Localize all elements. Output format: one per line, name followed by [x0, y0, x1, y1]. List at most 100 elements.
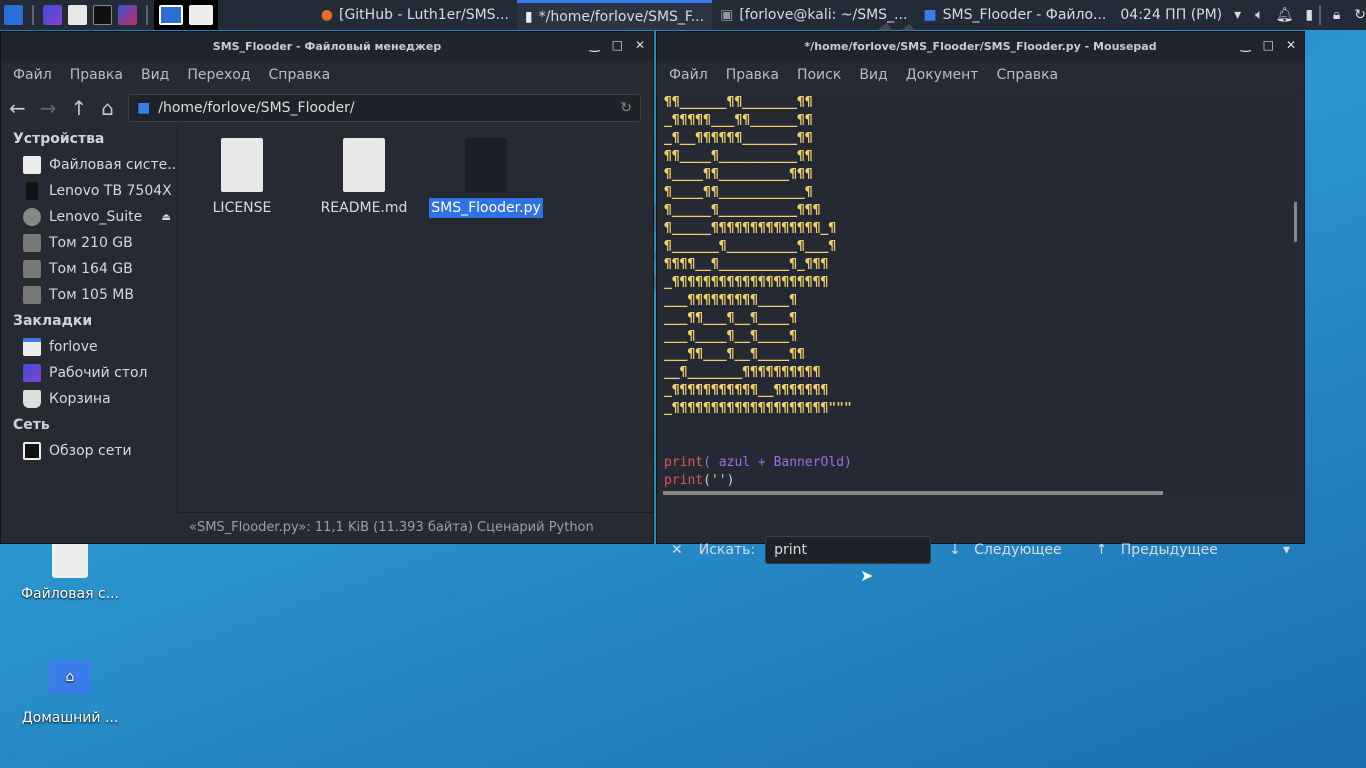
forward-arrow-icon[interactable]: → — [40, 96, 57, 120]
file-manager-launcher-icon[interactable] — [67, 5, 87, 25]
show-desktop-icon[interactable] — [42, 5, 62, 25]
maximize-button[interactable]: □ — [612, 38, 623, 52]
text-file-icon — [221, 138, 263, 192]
menu-document[interactable]: Документ — [906, 67, 979, 83]
find-prev-button[interactable]: ↑ Предыдущее — [1096, 542, 1218, 558]
kali-menu-icon[interactable] — [4, 5, 23, 25]
folder-icon: ■ — [923, 7, 937, 23]
logout-icon[interactable]: ↻ — [1354, 7, 1366, 23]
code-line: ___¶¶___¶__¶____¶¶ — [664, 347, 805, 362]
vertical-scrollbar[interactable] — [1294, 202, 1297, 242]
sidebar-item-forlove[interactable]: forlove — [5, 334, 175, 360]
sidebar-item-desktop[interactable]: Рабочий стол — [5, 360, 175, 386]
code-line: _¶¶¶¶¶¶¶¶¶¶¶¶¶¶¶¶¶¶¶¶""" — [664, 401, 852, 416]
menu-view[interactable]: Вид — [859, 67, 887, 83]
volume-icon[interactable]: 🔈︎ — [1255, 7, 1263, 23]
eject-icon[interactable]: ⏏ — [162, 212, 171, 223]
workspace-2[interactable] — [188, 5, 213, 25]
window-title: SMS_Flooder - Файловый менеджер — [212, 39, 442, 53]
menu-go[interactable]: Переход — [187, 67, 250, 83]
horizontal-scrollbar[interactable] — [663, 491, 1163, 495]
close-button[interactable]: ✕ — [635, 38, 645, 52]
code-line: ¶¶____¶__________¶¶ — [664, 149, 813, 164]
sidebar-item-volume-164[interactable]: Том 164 GB — [5, 256, 175, 282]
maximize-button[interactable]: □ — [1263, 38, 1274, 52]
code-line: ¶¶______¶¶_______¶¶ — [664, 95, 813, 110]
find-next-button[interactable]: ↓ Следующее — [949, 542, 1062, 558]
desktop-icon-home[interactable]: ⌂ Домашний ... — [15, 660, 125, 726]
sidebar-item-lenovo-tb[interactable]: Lenovo TB 7504X — [5, 178, 175, 204]
sidebar-item-trash[interactable]: Корзина — [5, 386, 175, 412]
menu-search[interactable]: Поиск — [797, 67, 841, 83]
menu-help[interactable]: Справка — [269, 67, 331, 83]
sidebar-item-volume-105[interactable]: Том 105 MB — [5, 282, 175, 308]
minimize-button[interactable]: ‿ — [1241, 38, 1251, 52]
disc-icon — [23, 208, 41, 226]
menu-help[interactable]: Справка — [996, 67, 1058, 83]
code-line: __¶_______¶¶¶¶¶¶¶¶¶¶ — [664, 365, 821, 380]
folder-icon: ■ — [137, 100, 151, 116]
task-mousepad[interactable]: ▮ */home/forlove/SMS_F... — [516, 0, 713, 30]
menu-file[interactable]: Файл — [13, 67, 52, 83]
back-arrow-icon[interactable]: ← — [9, 96, 26, 120]
code-line: _¶¶¶¶¶¶¶¶¶¶¶¶¶¶¶¶¶¶¶¶ — [664, 275, 829, 290]
code-line: ¶_____¶__________¶¶¶ — [664, 203, 821, 218]
file-manager-window: SMS_Flooder - Файловый менеджер ‿ □ ✕ Файл… — [0, 31, 654, 544]
network-icon — [23, 442, 41, 460]
close-find-icon[interactable]: ✕ — [671, 542, 683, 558]
code-editor[interactable]: ¶¶______¶¶_______¶¶ _¶¶¶¶¶___¶¶______¶¶ _¶… — [663, 90, 1299, 495]
address-bar[interactable]: ■/home/forlove/SMS_Flooder/↻ — [128, 94, 641, 122]
code-line: print('') — [664, 473, 735, 488]
minimize-button[interactable]: ‿ — [590, 38, 600, 52]
menu-edit[interactable]: Правка — [726, 67, 779, 83]
sidebar-item-network[interactable]: Обзор сети — [5, 438, 175, 464]
file-item[interactable]: README.md — [304, 126, 424, 216]
screen-recorder-icon[interactable] — [118, 5, 138, 25]
separator — [32, 5, 34, 25]
workspace-1[interactable] — [158, 5, 183, 25]
code-line: ¶____¶¶_________¶¶¶ — [664, 167, 813, 182]
find-options-chevron-icon[interactable]: ▾ — [1283, 542, 1290, 558]
home-icon[interactable]: ⌂ — [101, 96, 114, 120]
phone-icon — [26, 182, 38, 200]
code-line: ¶______¶_________¶___¶ — [664, 239, 837, 254]
task-terminal[interactable]: ▣ [forlove@kali: ~/SMS_... — [712, 0, 915, 30]
wifi-icon[interactable]: ▾ — [1234, 7, 1241, 23]
close-button[interactable]: ✕ — [1286, 38, 1296, 52]
mousepad-icon: ▮ — [524, 8, 533, 25]
code-line: _¶¶¶¶¶___¶¶______¶¶ — [664, 113, 813, 128]
firefox-icon: ● — [320, 7, 333, 23]
drive-icon — [23, 156, 41, 174]
home-folder-icon: ⌂ — [49, 660, 91, 694]
trash-icon — [23, 390, 41, 408]
clock[interactable]: 04:24 ПП (PM) — [1120, 7, 1222, 23]
drive-icon — [23, 234, 41, 252]
code-line: _¶__¶¶¶¶¶¶_______¶¶ — [664, 131, 813, 146]
lock-icon[interactable]: 🔒︎ — [1333, 7, 1340, 23]
up-arrow-icon[interactable]: ↑ — [71, 96, 88, 120]
code-line: ¶¶¶¶__¶_________¶_¶¶¶ — [664, 257, 829, 272]
battery-icon[interactable]: ▮ — [1305, 7, 1313, 23]
status-bar: «SMS_Flooder.py»: 11,1 KiB (11.393 байта… — [177, 512, 653, 544]
find-label: Искать: — [698, 542, 756, 558]
drive-icon — [23, 286, 41, 304]
drive-icon — [23, 260, 41, 278]
task-file-manager[interactable]: ■ SMS_Flooder - Файло... — [915, 0, 1114, 30]
sidebar-item-volume-210[interactable]: Том 210 GB — [5, 230, 175, 256]
task-firefox[interactable]: ● [GitHub - Luth1er/SMS... — [313, 0, 517, 30]
file-item[interactable]: LICENSE — [182, 126, 302, 216]
menu-edit[interactable]: Правка — [70, 67, 123, 83]
menu-view[interactable]: Вид — [141, 67, 169, 83]
terminal-launcher-icon[interactable] — [92, 5, 113, 25]
sidebar-item-filesystem[interactable]: Файловая систе... — [5, 152, 181, 178]
notifications-icon[interactable]: 🔔︎ — [1276, 7, 1294, 23]
reload-icon[interactable]: ↻ — [620, 100, 632, 116]
code-line: ___¶¶___¶__¶____¶ — [664, 311, 798, 326]
desktop-icon-filesystem[interactable]: Файловая с... — [15, 540, 125, 602]
file-item[interactable]: SMS_Flooder.py — [426, 126, 546, 218]
mouse-cursor: ➤ — [860, 566, 874, 585]
find-input[interactable] — [765, 536, 932, 564]
sidebar-item-lenovo-suite[interactable]: Lenovo_Suite ⏏ — [5, 204, 175, 230]
separator — [1319, 5, 1321, 25]
menu-file[interactable]: Файл — [669, 67, 708, 83]
